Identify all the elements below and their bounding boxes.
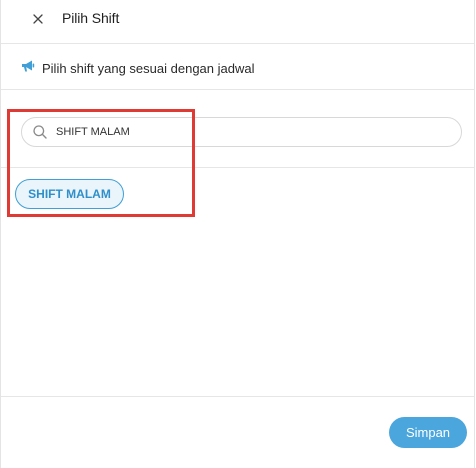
search-icon [33,125,47,139]
info-banner: Pilih shift yang sesuai dengan jadwal [1,44,474,90]
info-text: Pilih shift yang sesuai dengan jadwal [42,61,255,76]
search-field[interactable] [21,117,462,147]
search-input[interactable] [56,123,446,141]
save-button[interactable]: Simpan [389,417,467,448]
modal-header: Pilih Shift [1,0,474,44]
footer-divider [1,396,474,397]
megaphone-icon [22,60,35,72]
shift-option-chip[interactable]: SHIFT MALAM [15,179,124,209]
close-button[interactable] [28,9,48,29]
close-icon [33,14,43,24]
modal-title: Pilih Shift [62,10,120,26]
section-divider [1,167,474,168]
select-shift-modal: Pilih Shift Pilih shift yang sesuai deng… [0,0,475,468]
